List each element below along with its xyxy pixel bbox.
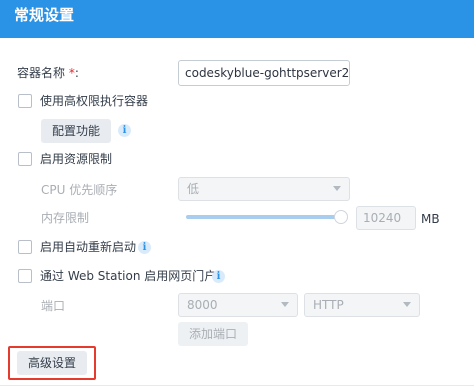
cpu-priority-value: 低: [187, 182, 200, 196]
memory-limit-slider-track[interactable]: [186, 215, 344, 219]
port-label: 端口: [41, 299, 66, 313]
high-privilege-checkbox[interactable]: [18, 94, 32, 108]
configure-capabilities-info-icon[interactable]: i: [118, 124, 131, 137]
auto-restart-label: 启用自动重新启动: [40, 240, 137, 254]
configure-capabilities-button[interactable]: 配置功能: [41, 119, 111, 143]
web-portal-label: 通过 Web Station 启用网页门户: [40, 269, 217, 283]
dialog-header: 常规设置: [0, 0, 474, 38]
auto-restart-checkbox[interactable]: [18, 240, 32, 254]
memory-limit-unit: MB: [421, 212, 440, 226]
resource-limit-checkbox[interactable]: [18, 152, 32, 166]
highlight-box: [8, 346, 96, 380]
container-name-input[interactable]: codeskyblue-gohttpserver2: [178, 60, 350, 86]
memory-limit-label: 内存限制: [41, 211, 90, 225]
bottom-divider: [0, 385, 474, 386]
cpu-priority-label: CPU 优先顺序: [41, 183, 118, 197]
web-portal-checkbox[interactable]: [18, 269, 32, 283]
chevron-down-icon: [281, 302, 289, 307]
chevron-down-icon: [403, 302, 411, 307]
port-value: 8000: [187, 298, 218, 312]
auto-restart-info-icon[interactable]: i: [138, 241, 151, 254]
port-select[interactable]: 8000: [178, 293, 298, 317]
container-name-label-text: 容器名称: [17, 66, 66, 80]
container-name-colon: :: [74, 66, 79, 80]
protocol-select[interactable]: HTTP: [304, 293, 420, 317]
resource-limit-label: 启用资源限制: [40, 152, 113, 166]
high-privilege-label: 使用高权限执行容器: [40, 94, 149, 108]
memory-limit-input[interactable]: 10240: [356, 206, 416, 230]
dialog-title: 常规设置: [14, 6, 75, 24]
add-port-button[interactable]: 添加端口: [178, 322, 248, 346]
container-name-label: 容器名称 *:: [17, 66, 79, 80]
memory-limit-slider-handle[interactable]: [334, 210, 348, 224]
protocol-value: HTTP: [313, 298, 344, 312]
chevron-down-icon: [333, 186, 341, 191]
web-portal-info-icon[interactable]: i: [212, 270, 225, 283]
cpu-priority-select[interactable]: 低: [178, 177, 350, 201]
